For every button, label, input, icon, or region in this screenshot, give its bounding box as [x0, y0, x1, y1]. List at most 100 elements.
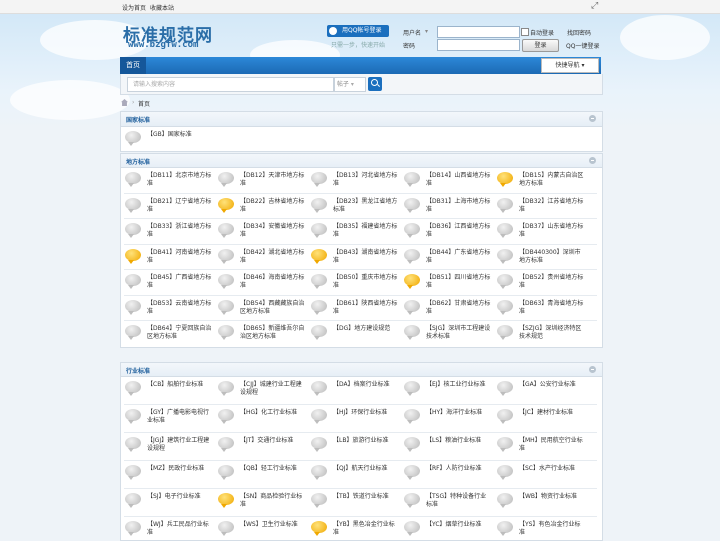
forum-item[interactable]: 【DB440300】深圳市地方标准 — [492, 246, 585, 269]
forum-item[interactable]: 【DB14】山西省地方标准 — [399, 169, 492, 192]
quick-nav-button[interactable]: 快捷导航 ▾ — [541, 58, 599, 73]
auto-login-checkbox[interactable] — [521, 28, 529, 36]
forum-link[interactable]: 【JC】建材行业标准 — [519, 409, 585, 417]
forum-item[interactable]: 【DB45】广西省地方标准 — [120, 271, 213, 294]
search-input[interactable]: 请输入搜索内容 — [127, 77, 334, 92]
forum-link[interactable]: 【DB15】内蒙古自治区地方标准 — [519, 172, 585, 188]
forum-link[interactable]: 【DB33】浙江省地方标准 — [147, 223, 213, 239]
forum-link[interactable]: 【YB】黑色冶金行业标准 — [333, 521, 399, 537]
forum-link[interactable]: 【DB51】四川省地方标准 — [426, 274, 492, 290]
forum-item[interactable]: 【GB】国家标准 — [120, 128, 213, 151]
forum-link[interactable]: 【GY】广播电影电视行业标准 — [147, 409, 213, 425]
forum-item[interactable]: 【YS】有色冶金行业标准 — [492, 518, 585, 541]
forum-item[interactable]: 【WB】物资行业标准 — [492, 490, 585, 513]
forum-item[interactable]: 【MZ】民政行业标准 — [120, 462, 213, 485]
forum-link[interactable]: 【TB】铁道行业标准 — [333, 493, 399, 501]
forum-item[interactable]: 【JC】建材行业标准 — [492, 406, 585, 429]
forum-link[interactable]: 【DB13】河北省地方标准 — [333, 172, 399, 188]
forum-link[interactable]: 【DB53】云南省地方标准 — [147, 300, 213, 316]
forum-item[interactable]: 【JT】交通行业标准 — [213, 434, 306, 457]
forum-link[interactable]: 【DG】地方建设规范 — [333, 325, 399, 333]
forum-link[interactable]: 【DB11】北京市地方标准 — [147, 172, 213, 188]
forum-link[interactable]: 【QB】轻工行业标准 — [240, 465, 306, 473]
forum-link[interactable]: 【GA】公安行业标准 — [519, 381, 585, 389]
bookmark-link[interactable]: 收藏本站 — [150, 3, 174, 12]
forum-link[interactable]: 【DB34】安徽省地方标准 — [240, 223, 306, 239]
forum-link[interactable]: 【DB62】甘肃省地方标准 — [426, 300, 492, 316]
forum-item[interactable]: 【DB42】湖北省地方标准 — [213, 246, 306, 269]
collapse-icon[interactable] — [589, 366, 596, 373]
forum-item[interactable]: 【CJJ】城建行业工程建设规程 — [213, 378, 306, 401]
forum-item[interactable]: 【DB64】宁夏回族自治区地方标准 — [120, 322, 213, 345]
forum-item[interactable]: 【SZJG】深圳经济特区技术规范 — [492, 322, 585, 345]
forum-link[interactable]: 【LB】旅游行业标准 — [333, 437, 399, 445]
collapse-icon[interactable] — [589, 115, 596, 122]
forum-link[interactable]: 【DB45】广西省地方标准 — [147, 274, 213, 290]
forum-link[interactable]: 【SJ】电子行业标准 — [147, 493, 213, 501]
forum-item[interactable]: 【HG】化工行业标准 — [213, 406, 306, 429]
forum-item[interactable]: 【DB11】北京市地方标准 — [120, 169, 213, 192]
forum-item[interactable]: 【DB21】辽宁省地方标准 — [120, 195, 213, 218]
forum-item[interactable]: 【DB31】上海市地方标准 — [399, 195, 492, 218]
forum-item[interactable]: 【DB32】江苏省地方标准 — [492, 195, 585, 218]
forum-item[interactable]: 【DB61】陕西省地方标准 — [306, 297, 399, 320]
forum-link[interactable]: 【SC】水产行业标准 — [519, 465, 585, 473]
forum-item[interactable]: 【QB】轻工行业标准 — [213, 462, 306, 485]
forum-item[interactable]: 【DB62】甘肃省地方标准 — [399, 297, 492, 320]
forum-item[interactable]: 【TSG】特种设备行业标准 — [399, 490, 492, 513]
forum-item[interactable]: 【YB】黑色冶金行业标准 — [306, 518, 399, 541]
forum-link[interactable]: 【DB43】湖南省地方标准 — [333, 249, 399, 265]
forum-link[interactable]: 【DB36】江西省地方标准 — [426, 223, 492, 239]
forum-link[interactable]: 【DB44】广东省地方标准 — [426, 249, 492, 265]
forum-link[interactable]: 【RF】人防行业标准 — [426, 465, 492, 473]
expand-icon[interactable]: ⤢ — [591, 1, 598, 11]
forum-link[interactable]: 【CJJ】城建行业工程建设规程 — [240, 381, 306, 397]
forum-item[interactable]: 【DB13】河北省地方标准 — [306, 169, 399, 192]
forum-item[interactable]: 【CB】船舶行业标准 — [120, 378, 213, 401]
forum-item[interactable]: 【DB34】安徽省地方标准 — [213, 220, 306, 243]
forum-item[interactable]: 【JGJ】建筑行业工程建设规程 — [120, 434, 213, 457]
forum-link[interactable]: 【WB】物资行业标准 — [519, 493, 585, 501]
forum-item[interactable]: 【LB】旅游行业标准 — [306, 434, 399, 457]
forum-link[interactable]: 【DB31】上海市地方标准 — [426, 198, 492, 214]
forum-item[interactable]: 【DB65】新疆维吾尔自治区地方标准 — [213, 322, 306, 345]
forum-item[interactable]: 【SJ】电子行业标准 — [120, 490, 213, 513]
forum-link[interactable]: 【GB】国家标准 — [147, 131, 213, 139]
forum-item[interactable]: 【DB41】河南省地方标准 — [120, 246, 213, 269]
forum-item[interactable]: 【RF】人防行业标准 — [399, 462, 492, 485]
forum-item[interactable]: 【DB44】广东省地方标准 — [399, 246, 492, 269]
forum-link[interactable]: 【JGJ】建筑行业工程建设规程 — [147, 437, 213, 453]
username-dropdown-icon[interactable]: ▾ — [425, 28, 428, 35]
forum-item[interactable]: 【DB33】浙江省地方标准 — [120, 220, 213, 243]
forum-item[interactable]: 【DA】档案行业标准 — [306, 378, 399, 401]
forum-link[interactable]: 【QJ】航天行业标准 — [333, 465, 399, 473]
forum-item[interactable]: 【DB50】重庆市地方标准 — [306, 271, 399, 294]
qq-login-button[interactable]: 用QQ帐号登录 — [327, 25, 389, 37]
forum-item[interactable]: 【DB53】云南省地方标准 — [120, 297, 213, 320]
forum-link[interactable]: 【DB37】山东省地方标准 — [519, 223, 585, 239]
forum-item[interactable]: 【GY】广播电影电视行业标准 — [120, 406, 213, 429]
forum-link[interactable]: 【JT】交通行业标准 — [240, 437, 306, 445]
forum-item[interactable]: 【DB52】贵州省地方标准 — [492, 271, 585, 294]
forum-item[interactable]: 【WS】卫生行业标准 — [213, 518, 306, 541]
nav-home-tab[interactable]: 首页 — [120, 57, 146, 74]
username-input[interactable] — [437, 26, 520, 38]
forum-link[interactable]: 【SZJG】深圳经济特区技术规范 — [519, 325, 585, 341]
forum-item[interactable]: 【GA】公安行业标准 — [492, 378, 585, 401]
password-input[interactable] — [437, 39, 520, 51]
forum-item[interactable]: 【WJ】兵工民品行业标准 — [120, 518, 213, 541]
forum-link[interactable]: 【DB46】海南省地方标准 — [240, 274, 306, 290]
forum-link[interactable]: 【SN】商品检验行业标准 — [240, 493, 306, 509]
forum-link[interactable]: 【DB64】宁夏回族自治区地方标准 — [147, 325, 213, 341]
forum-item[interactable]: 【DB22】吉林省地方标准 — [213, 195, 306, 218]
forum-item[interactable]: 【TB】铁道行业标准 — [306, 490, 399, 513]
forum-link[interactable]: 【CB】船舶行业标准 — [147, 381, 213, 389]
forum-link[interactable]: 【EJ】核工业行业标准 — [426, 381, 492, 389]
forum-link[interactable]: 【LS】粮油行业标准 — [426, 437, 492, 445]
qq-quick-login-link[interactable]: QQ一键登录 — [566, 41, 599, 50]
forum-item[interactable]: 【YC】烟草行业标准 — [399, 518, 492, 541]
forum-link[interactable]: 【DB22】吉林省地方标准 — [240, 198, 306, 214]
forum-link[interactable]: 【HY】海洋行业标准 — [426, 409, 492, 417]
forum-link[interactable]: 【YS】有色冶金行业标准 — [519, 521, 585, 537]
set-home-link[interactable]: 设为首页 — [122, 3, 146, 12]
